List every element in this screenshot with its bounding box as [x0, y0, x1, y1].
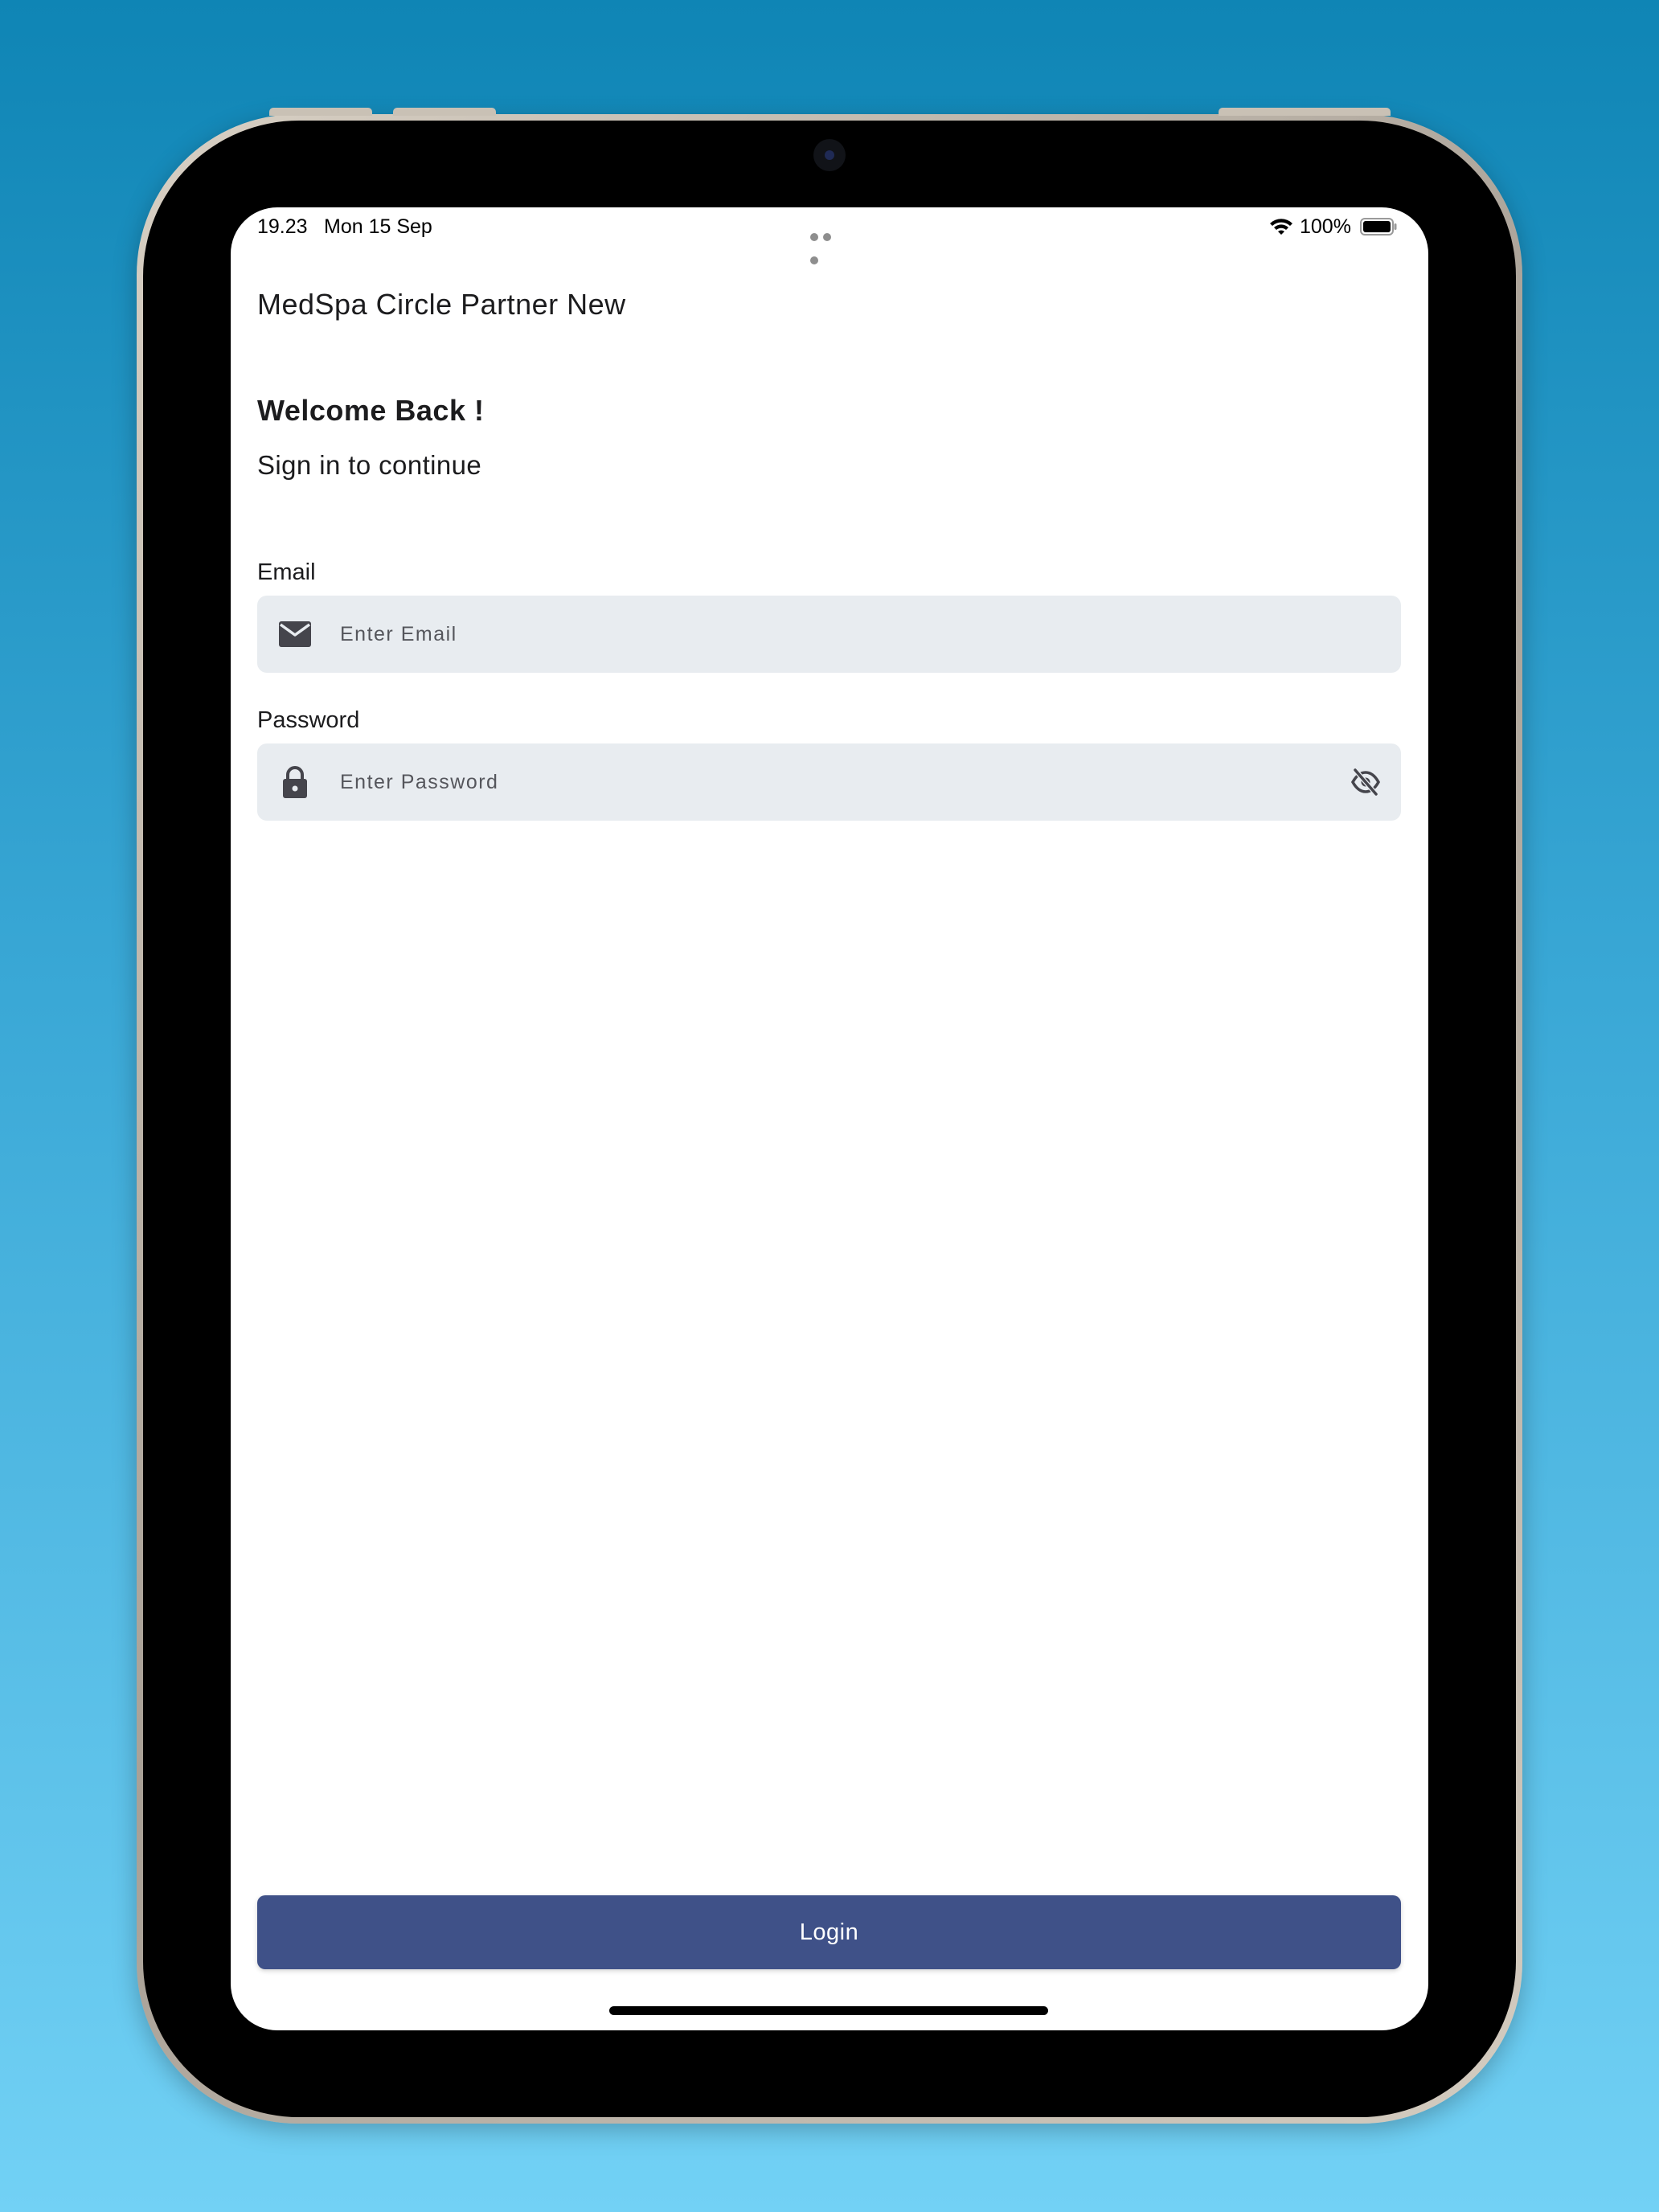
sign-in-subtitle: Sign in to continue [257, 450, 482, 480]
status-date: Mon 15 Sep [324, 215, 432, 238]
volume-up-button [269, 108, 372, 116]
email-field[interactable] [257, 596, 1401, 673]
battery-icon [1360, 218, 1397, 236]
login-button[interactable]: Login [257, 1895, 1401, 1969]
email-label: Email [257, 559, 316, 585]
front-camera [813, 139, 846, 171]
battery-percentage: 100% [1300, 215, 1351, 238]
mail-icon [279, 621, 311, 647]
lock-icon [283, 766, 307, 798]
power-button [1219, 108, 1391, 116]
volume-down-button [393, 108, 496, 116]
wifi-icon [1270, 219, 1292, 235]
app-screen: 19.23 Mon 15 Sep 100% MedSpa Circle Part… [231, 207, 1428, 2030]
password-input[interactable] [340, 743, 1288, 821]
password-label: Password [257, 707, 360, 733]
status-bar: 19.23 Mon 15 Sep 100% [231, 207, 1428, 264]
eye-off-icon[interactable] [1350, 768, 1381, 797]
email-input[interactable] [340, 596, 1288, 673]
status-time: 19.23 [257, 215, 308, 238]
home-indicator[interactable] [609, 2006, 1048, 2015]
multitasking-dots-icon[interactable] [810, 223, 847, 264]
password-field[interactable] [257, 743, 1401, 821]
app-title: MedSpa Circle Partner New [257, 288, 626, 321]
welcome-heading: Welcome Back ! [257, 394, 485, 427]
